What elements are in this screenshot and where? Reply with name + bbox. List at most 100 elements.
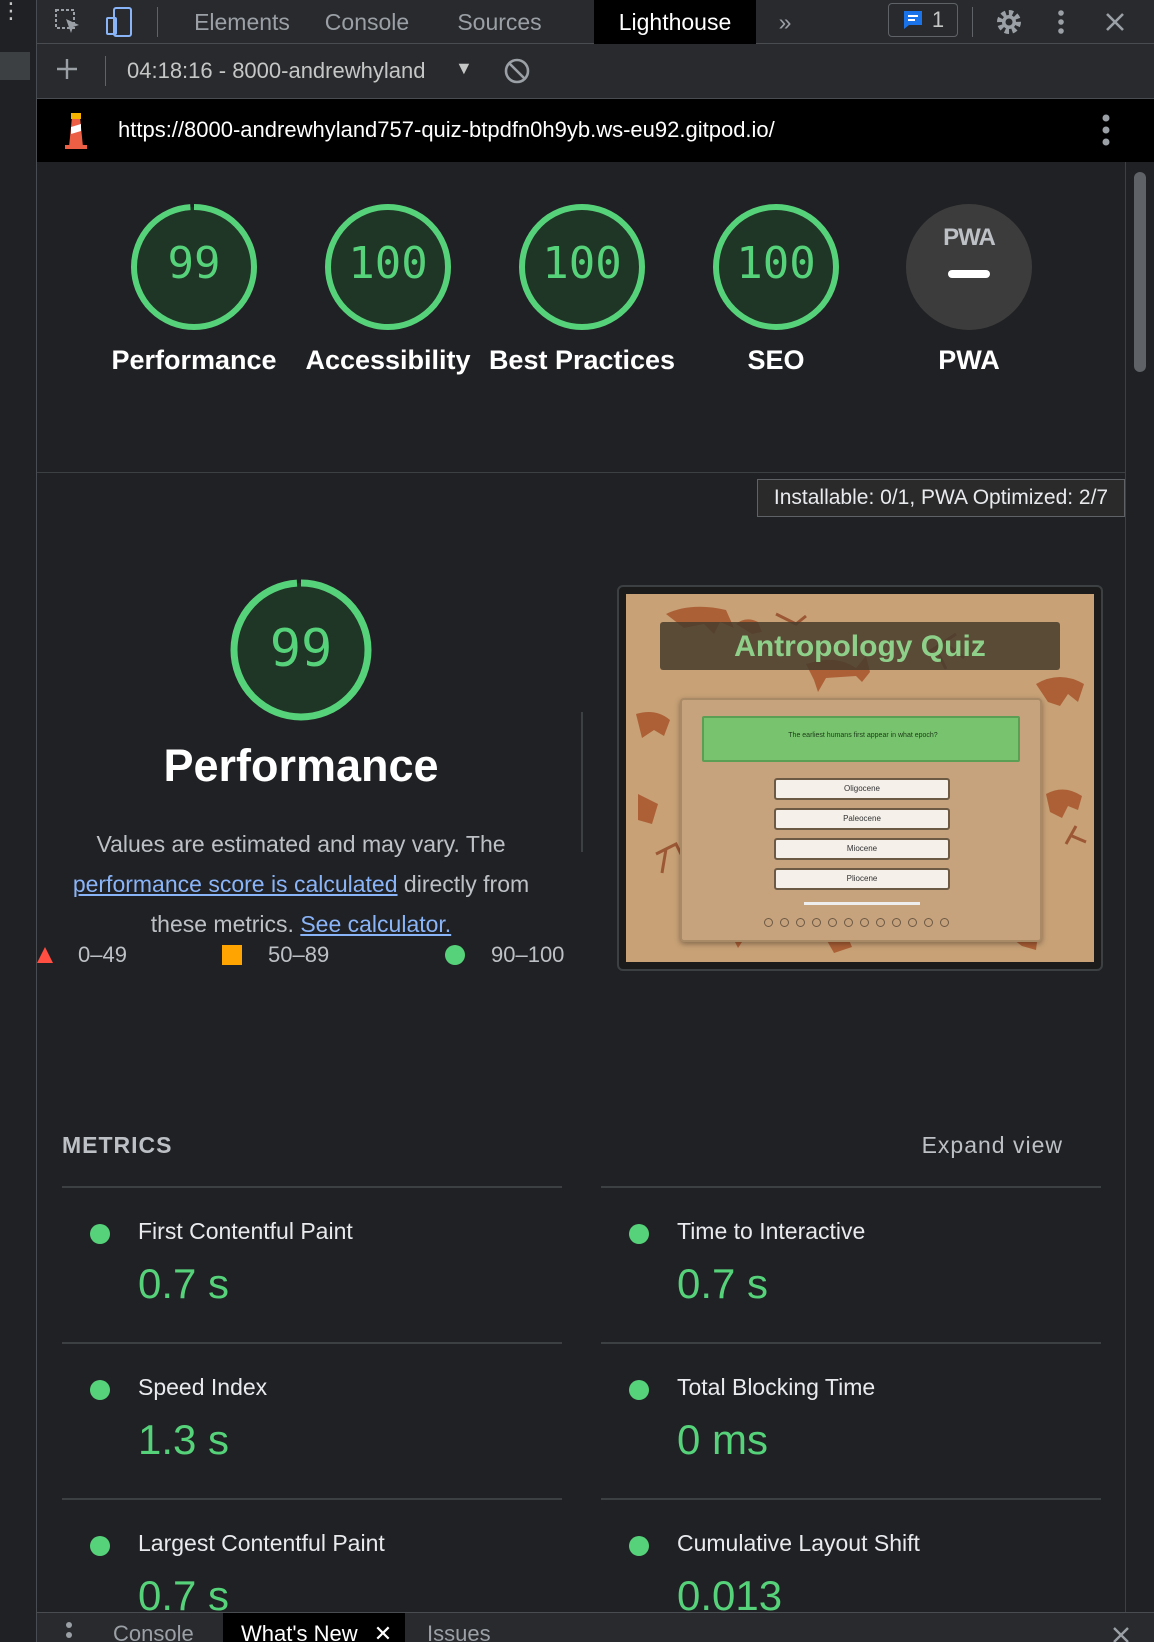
metric-largest-contentful-paint: Largest Contentful Paint 0.7 s xyxy=(62,1498,562,1612)
message-icon xyxy=(903,11,922,29)
device-toolbar-icon[interactable] xyxy=(103,0,137,44)
metric-cumulative-layout-shift: Cumulative Layout Shift 0.013 xyxy=(601,1498,1101,1612)
expand-view-button[interactable]: Expand view xyxy=(922,1132,1063,1159)
progress-dot xyxy=(876,918,885,927)
close-icon[interactable] xyxy=(1097,0,1133,44)
metric-first-contentful-paint: First Contentful Paint 0.7 s xyxy=(62,1186,562,1342)
metric-value: 1.3 s xyxy=(138,1416,230,1463)
more-tabs-icon[interactable]: » xyxy=(765,0,805,44)
gauge-best-practices[interactable]: 100 xyxy=(517,202,647,332)
drawer-tab-whats-new[interactable]: What's New ✕ xyxy=(223,1613,405,1642)
new-report-icon[interactable] xyxy=(55,52,79,89)
final-screenshot[interactable]: Antropology Quiz The earliest humans fir… xyxy=(617,585,1103,971)
customize-menu-icon[interactable] xyxy=(1049,0,1073,44)
progress-dot xyxy=(812,918,821,927)
progress-dot xyxy=(892,918,901,927)
issues-badge[interactable]: 1 xyxy=(888,3,958,37)
pass-circle-icon xyxy=(90,1224,110,1244)
gauge-score: 100 xyxy=(542,238,622,289)
metrics-title: METRICS xyxy=(62,1132,173,1158)
answer-button: Oligocene xyxy=(774,778,950,800)
progress-dot xyxy=(908,918,917,927)
performance-score: 99 xyxy=(269,619,333,679)
gauge-score: 100 xyxy=(348,238,428,289)
gauge-label: Best Practices xyxy=(488,345,676,375)
metric-name: Cumulative Layout Shift xyxy=(677,1530,920,1556)
circle-icon xyxy=(445,945,465,965)
issues-count: 1 xyxy=(931,7,945,32)
metric-value: 0.7 s xyxy=(138,1572,230,1612)
clear-report-icon[interactable] xyxy=(503,57,531,90)
inspect-element-icon[interactable] xyxy=(51,0,85,44)
metric-name: Speed Index xyxy=(138,1374,268,1400)
tab-console[interactable]: Console xyxy=(312,0,422,44)
gauge-score: 99 xyxy=(167,238,221,289)
score-calculated-link[interactable]: performance score is calculated xyxy=(73,871,398,897)
answer-button: Pliocene xyxy=(774,868,950,890)
close-drawer-icon[interactable] xyxy=(1111,1625,1131,1642)
performance-gauge: 99 xyxy=(228,577,374,723)
tab-elements[interactable]: Elements xyxy=(187,0,297,44)
see-calculator-link[interactable]: See calculator. xyxy=(300,911,451,937)
separator xyxy=(157,7,158,37)
metric-value: 0 ms xyxy=(677,1416,769,1463)
drawer-tabbar: Console What's New ✕ Issues xyxy=(37,1612,1154,1642)
scrollbar-thumb[interactable] xyxy=(1134,172,1146,372)
metric-name: Total Blocking Time xyxy=(677,1374,876,1400)
gauge-score: 100 xyxy=(736,238,816,289)
progress-bar xyxy=(804,902,920,905)
pwa-badge-icon: PWA xyxy=(943,224,996,251)
pwa-dash xyxy=(948,270,990,278)
vertical-dots-icon[interactable]: ⋮ xyxy=(0,0,22,22)
metric-value: 0.7 s xyxy=(138,1260,230,1307)
close-tab-icon[interactable]: ✕ xyxy=(374,1621,392,1642)
quiz-title: Antropology Quiz xyxy=(734,630,986,663)
gauge-label: SEO xyxy=(747,345,805,375)
quiz-card: The earliest humans first appear in what… xyxy=(680,698,1042,942)
pass-circle-icon xyxy=(629,1536,649,1556)
answer-button: Miocene xyxy=(774,838,950,860)
gauge-accessibility[interactable]: 100 xyxy=(323,202,453,332)
desc-text: these metrics. xyxy=(150,911,294,937)
tab-lighthouse[interactable]: Lighthouse xyxy=(594,0,756,44)
gear-icon[interactable] xyxy=(991,0,1027,44)
gauge-pwa[interactable]: PWA xyxy=(906,204,1032,330)
lighthouse-logo-icon xyxy=(63,111,89,154)
tab-sources[interactable]: Sources xyxy=(437,0,562,44)
lighthouse-toolbar: 04:18:16 - 8000-andrewhyland ▼ xyxy=(37,44,1154,99)
legend-label: 90–100 xyxy=(491,942,565,967)
desc-text: directly from xyxy=(403,871,530,897)
metric-name: Time to Interactive xyxy=(677,1218,866,1244)
gauge-label: Performance xyxy=(111,345,277,375)
report-url: https://8000-andrewhyland757-quiz-btpdfn… xyxy=(118,117,775,142)
progress-dot xyxy=(940,918,949,927)
drawer-tab-console[interactable]: Console xyxy=(107,1613,217,1642)
pass-circle-icon xyxy=(629,1224,649,1244)
legend-average: 50–89 xyxy=(222,942,329,968)
gauge-performance[interactable]: 99 xyxy=(129,202,259,332)
pass-circle-icon xyxy=(629,1380,649,1400)
metric-name: First Contentful Paint xyxy=(138,1218,353,1244)
drawer-tab-label: What's New xyxy=(241,1621,358,1642)
chevron-down-icon[interactable]: ▼ xyxy=(455,58,473,79)
report-scrollbar[interactable] xyxy=(1125,162,1154,1612)
progress-dot xyxy=(924,918,933,927)
left-gutter: ⋮ xyxy=(0,0,37,1642)
report-menu-icon[interactable] xyxy=(1102,113,1110,152)
legend-label: 0–49 xyxy=(78,942,127,967)
divider xyxy=(37,472,1125,473)
metric-total-blocking-time: Total Blocking Time 0 ms xyxy=(601,1342,1101,1498)
report-url-bar: https://8000-andrewhyland757-quiz-btpdfn… xyxy=(37,99,1154,162)
pwa-tooltip: Installable: 0/1, PWA Optimized: 2/7 xyxy=(757,479,1125,517)
gauge-seo[interactable]: 100 xyxy=(711,202,841,332)
performance-title: Performance xyxy=(163,740,439,791)
legend-label: 50–89 xyxy=(268,942,330,967)
drawer-menu-icon[interactable] xyxy=(65,1619,73,1642)
drawer-tab-issues[interactable]: Issues xyxy=(421,1613,521,1642)
triangle-icon xyxy=(37,947,53,963)
pass-circle-icon xyxy=(90,1536,110,1556)
report-selector[interactable]: 04:18:16 - 8000-andrewhyland xyxy=(127,58,442,84)
lighthouse-report: 99 Performance 100 Accessibility 100 Bes… xyxy=(37,162,1125,1612)
quiz-header: Antropology Quiz xyxy=(660,622,1060,670)
screenshot-image: Antropology Quiz The earliest humans fir… xyxy=(626,594,1094,962)
